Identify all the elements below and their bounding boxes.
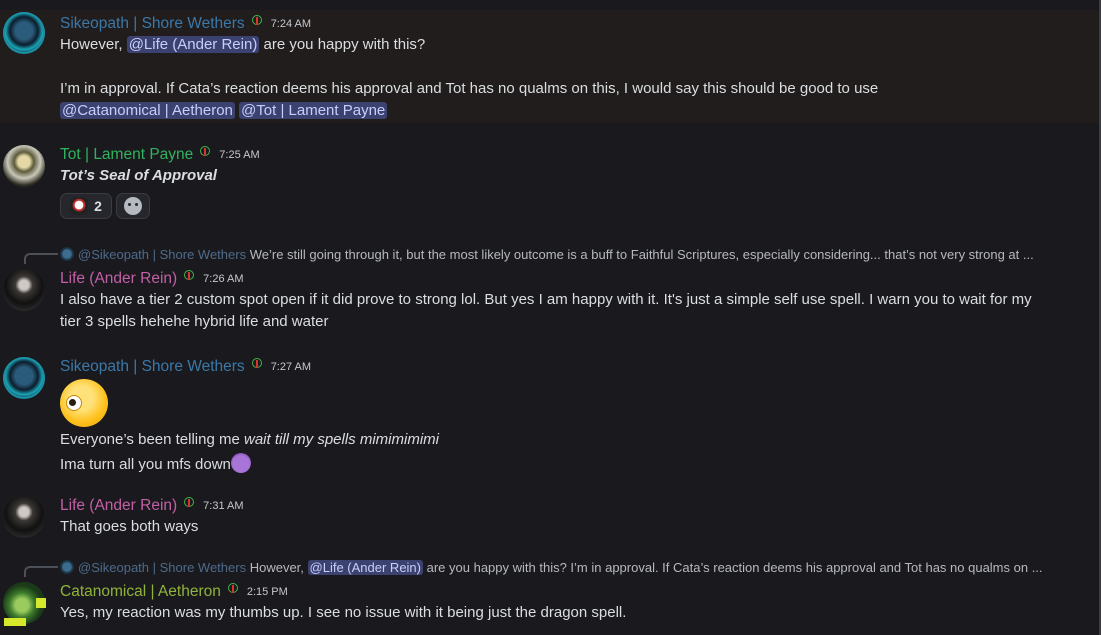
role-icon (183, 496, 195, 508)
message-header: Sikeopath | Shore Wethers 7:24 AM (60, 14, 311, 33)
reply-spine (24, 253, 58, 264)
timestamp[interactable]: 2:15 PM (247, 586, 288, 598)
reaction-count: 2 (94, 198, 102, 214)
text: Everyone’s been telling me (60, 431, 244, 448)
role-icon (199, 145, 211, 157)
username[interactable]: Sikeopath | Shore Wethers (60, 15, 245, 32)
add-reaction-button[interactable] (116, 193, 150, 219)
reply-spine (24, 566, 58, 577)
avatar[interactable] (3, 269, 45, 311)
smile-icon (124, 197, 142, 215)
mention[interactable]: @Life (Ander Rein) (307, 560, 423, 575)
message-sikeopath-2[interactable]: Sikeopath | Shore Wethers 7:27 AM Everyon… (0, 355, 1101, 475)
avatar[interactable] (3, 357, 45, 399)
username[interactable]: Life (Ander Rein) (60, 497, 177, 514)
avatar[interactable] (3, 145, 45, 187)
reply-avatar-icon (60, 560, 74, 574)
message-header: Life (Ander Rein) 7:31 AM (60, 496, 244, 515)
message-life[interactable]: Life (Ander Rein) 7:31 AM That goes both … (0, 494, 1101, 542)
message-text: tier 3 spells hehehe hybrid life and wat… (60, 313, 329, 330)
reply-preview[interactable]: However, (250, 560, 308, 575)
username[interactable]: Sikeopath | Shore Wethers (60, 358, 245, 375)
message-header: Sikeopath | Shore Wethers 7:27 AM (60, 357, 311, 376)
message-text: Tot’s Seal of Approval (60, 167, 217, 184)
reaction-emoji-icon (70, 197, 89, 215)
peeking-face-emoji-icon (60, 379, 108, 427)
timestamp[interactable]: 7:25 AM (219, 149, 259, 161)
reply-author[interactable]: @Sikeopath | Shore Wethers (78, 247, 246, 262)
timestamp[interactable]: 7:31 AM (203, 500, 243, 512)
timestamp[interactable]: 7:24 AM (271, 18, 311, 30)
message-tot[interactable]: Tot | Lament Payne 7:25 AM Tot’s Seal of … (0, 143, 1101, 223)
reply-context[interactable]: @Sikeopath | Shore Wethers We’re still g… (60, 247, 1034, 262)
role-icon (251, 357, 263, 369)
mention[interactable]: @Life (Ander Rein) (126, 36, 260, 53)
message-header: Life (Ander Rein) 7:26 AM (60, 269, 244, 288)
mention[interactable]: @Tot | Lament Payne (239, 102, 388, 119)
message-cata-reply[interactable]: @Sikeopath | Shore Wethers However, @Lif… (0, 558, 1101, 635)
message-text: However, @Life (Ander Rein) are you happ… (60, 36, 425, 53)
message-text: I also have a tier 2 custom spot open if… (60, 291, 1032, 308)
role-icon (227, 582, 239, 594)
text: However, (60, 36, 127, 53)
role-icon (183, 269, 195, 281)
role-icon (251, 14, 263, 26)
message-life-reply[interactable]: @Sikeopath | Shore Wethers We’re still g… (0, 245, 1101, 335)
reply-avatar-icon (60, 247, 74, 261)
mention[interactable]: @Catanomical | Aetheron (60, 102, 235, 119)
message-text: Ima turn all you mfs down (60, 453, 251, 473)
message-text: Everyone’s been telling me wait till my … (60, 431, 439, 448)
message-header: Tot | Lament Payne 7:25 AM (60, 145, 260, 164)
avatar-decoration (36, 598, 46, 608)
username[interactable]: Catanomical | Aetheron (60, 583, 221, 600)
username[interactable]: Tot | Lament Payne (60, 146, 193, 163)
reply-author[interactable]: @Sikeopath | Shore Wethers (78, 560, 246, 575)
username[interactable]: Life (Ander Rein) (60, 270, 177, 287)
mentions-line: @Catanomical | Aetheron @Tot | Lament Pa… (60, 102, 388, 119)
reply-preview[interactable]: are you happy with this? I’m in approval… (423, 560, 1043, 575)
text: are you happy with this? (259, 36, 426, 53)
reply-context[interactable]: @Sikeopath | Shore Wethers However, @Lif… (60, 560, 1043, 575)
text: Ima turn all you mfs down (60, 456, 231, 473)
avatar[interactable] (3, 12, 45, 54)
timestamp[interactable]: 7:26 AM (203, 273, 243, 285)
message-text: Yes, my reaction was my thumbs up. I see… (60, 604, 627, 621)
avatar[interactable] (3, 496, 45, 538)
message-text: I’m in approval. If Cata’s reaction deem… (60, 80, 879, 97)
avatar-decoration (4, 618, 26, 626)
message-sikeopath-1[interactable]: Sikeopath | Shore Wethers 7:24 AM However… (0, 10, 1101, 123)
reply-preview[interactable]: We’re still going through it, but the mo… (250, 247, 1034, 262)
timestamp[interactable]: 7:27 AM (271, 361, 311, 373)
reaction-button[interactable]: 2 (60, 193, 112, 219)
italic-text: wait till my spells mimimimimi (244, 431, 439, 448)
smiling-imp-emoji-icon (230, 453, 251, 473)
message-header: Catanomical | Aetheron 2:15 PM (60, 582, 288, 601)
message-text: That goes both ways (60, 518, 199, 535)
